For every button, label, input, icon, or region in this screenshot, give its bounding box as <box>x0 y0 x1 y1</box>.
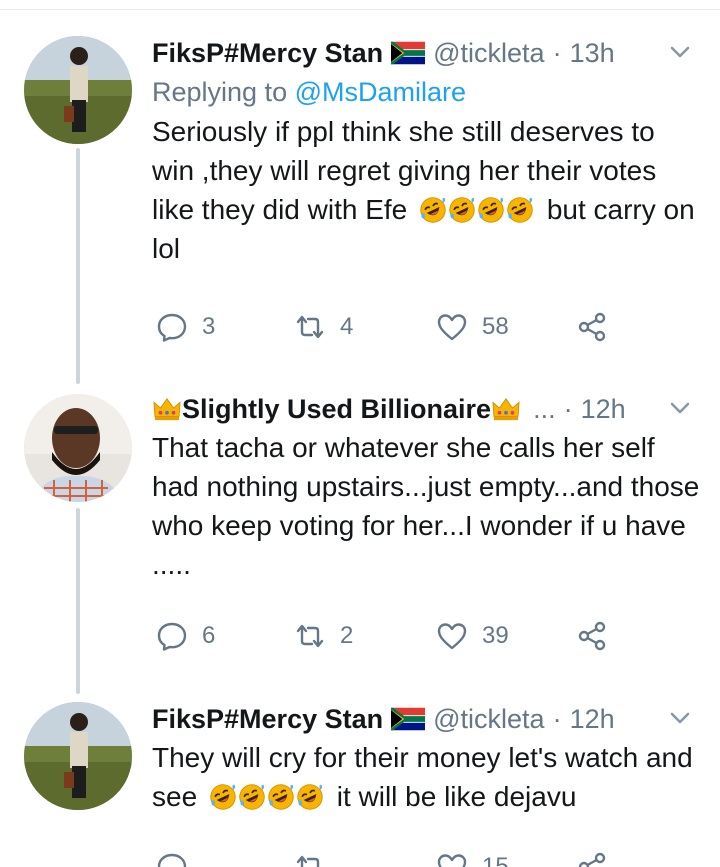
tweet-text: They will cry for their money let's watc… <box>152 738 700 816</box>
replying-to: Replying to @MsDamilare <box>152 72 700 112</box>
timestamp[interactable]: 12h <box>570 704 615 735</box>
tweet-header: Slightly Used Billionaire ... · 12h <box>152 390 700 428</box>
retweet-count: 4 <box>340 313 354 340</box>
retweet-icon <box>294 620 326 652</box>
rolling-on-floor-laughing-icon <box>209 783 237 811</box>
retweet-button[interactable]: 4 <box>294 311 353 343</box>
retweet-icon <box>294 311 326 343</box>
rolling-on-floor-laughing-icon <box>506 196 534 224</box>
share-icon <box>576 620 608 652</box>
reply-icon <box>156 851 188 867</box>
share-icon <box>576 311 608 343</box>
tweet-actions: 6 2 39 <box>152 616 652 656</box>
avatar[interactable] <box>24 702 132 810</box>
separator-dot: · <box>563 393 573 424</box>
tweet-header: FiksP#Mercy Stan @tickleta · 13h <box>152 34 700 72</box>
retweet-button[interactable]: 2 <box>294 620 353 652</box>
reply-count: 6 <box>202 622 216 649</box>
tweet-text: That tacha or whatever she calls her sel… <box>152 432 700 580</box>
user-handle[interactable]: @tickleta <box>433 38 544 69</box>
avatar[interactable] <box>24 36 132 144</box>
thread-line <box>76 148 80 384</box>
like-count: 58 <box>482 313 509 340</box>
south-africa-flag-icon <box>391 707 425 731</box>
share-button[interactable] <box>576 311 608 343</box>
timestamp[interactable]: 13h <box>570 38 615 69</box>
reply-button[interactable] <box>156 851 188 867</box>
separator-dot: · <box>552 703 562 734</box>
chevron-down-icon[interactable] <box>668 706 692 730</box>
reply-icon <box>156 311 188 343</box>
thread-line <box>76 508 80 694</box>
heart-icon <box>436 620 468 652</box>
reply-button[interactable]: 6 <box>156 620 215 652</box>
retweet-button[interactable] <box>294 851 326 867</box>
rolling-on-floor-laughing-icon <box>238 783 266 811</box>
emoji-group <box>419 190 535 229</box>
handle-ellipsis: ... <box>533 393 556 424</box>
display-name[interactable]: FiksP#Mercy Stan <box>152 38 383 69</box>
user-handle[interactable]: @tickleta <box>433 704 544 735</box>
like-count: 39 <box>482 622 509 649</box>
display-name[interactable]: Slightly Used Billionaire <box>182 394 491 425</box>
tweet-text: Seriously if ppl think she still deserve… <box>152 112 700 268</box>
tweet-actions: 3 4 58 <box>152 307 652 347</box>
like-count: 15 <box>482 853 509 867</box>
tweet-header: FiksP#Mercy Stan @tickleta · 12h <box>152 700 700 738</box>
emoji-group <box>209 777 325 816</box>
rolling-on-floor-laughing-icon <box>477 196 505 224</box>
rolling-on-floor-laughing-icon <box>448 196 476 224</box>
reply-button[interactable]: 3 <box>156 311 215 343</box>
rolling-on-floor-laughing-icon <box>296 783 324 811</box>
top-divider <box>0 0 720 10</box>
reply-count: 3 <box>202 313 216 340</box>
separator-dot: · <box>552 37 562 68</box>
like-button[interactable]: 15 <box>436 851 509 867</box>
display-name[interactable]: FiksP#Mercy Stan <box>152 704 383 735</box>
share-icon <box>576 851 608 867</box>
retweet-icon <box>294 851 326 867</box>
timestamp[interactable]: 12h <box>581 394 626 425</box>
reply-icon <box>156 620 188 652</box>
tweet-actions: 15 <box>152 847 652 867</box>
rolling-on-floor-laughing-icon <box>267 783 295 811</box>
heart-icon <box>436 851 468 867</box>
tweet-text-part-2: it will be like dejavu <box>336 781 577 812</box>
share-button[interactable] <box>576 620 608 652</box>
replying-to-link[interactable]: @MsDamilare <box>295 77 466 107</box>
heart-icon <box>436 311 468 343</box>
like-button[interactable]: 58 <box>436 311 509 343</box>
like-button[interactable]: 39 <box>436 620 509 652</box>
crown-icon <box>152 396 182 422</box>
replying-to-prefix: Replying to <box>152 77 288 107</box>
chevron-down-icon[interactable] <box>668 396 692 420</box>
south-africa-flag-icon <box>391 41 425 65</box>
rolling-on-floor-laughing-icon <box>419 196 447 224</box>
retweet-count: 2 <box>340 622 354 649</box>
avatar[interactable] <box>24 394 132 502</box>
chevron-down-icon[interactable] <box>668 40 692 64</box>
crown-icon <box>491 396 521 422</box>
share-button[interactable] <box>576 851 608 867</box>
